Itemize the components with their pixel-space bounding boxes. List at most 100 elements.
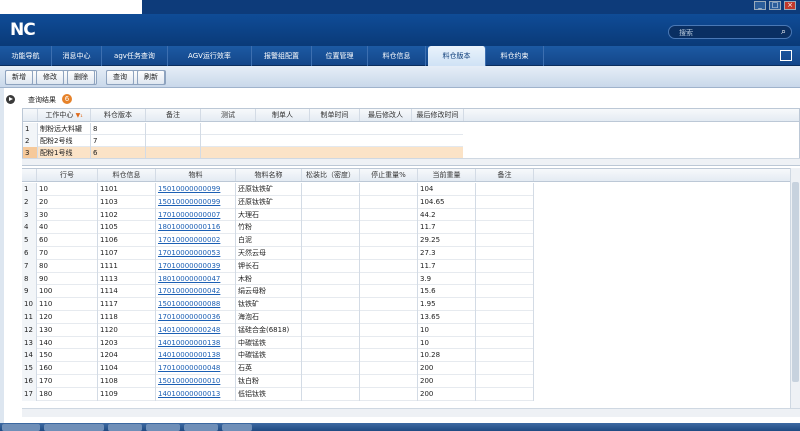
menu-item-agv-efficiency[interactable]: AGV运行效率 — [168, 46, 252, 66]
material-name-cell[interactable]: 绢云母粉 — [236, 285, 302, 299]
remark-cell[interactable] — [476, 247, 534, 260]
col-header-material[interactable]: 物料 — [156, 169, 236, 181]
delete-button[interactable]: 删除 — [67, 70, 95, 85]
line-no-cell[interactable]: 100 — [37, 285, 98, 299]
menu-overflow-icon[interactable] — [780, 50, 792, 61]
bulk-density-cell[interactable] — [302, 311, 360, 324]
stop-weight-cell[interactable] — [360, 285, 418, 299]
material-name-cell[interactable]: 还原钛铁矿 — [236, 195, 302, 209]
table-row[interactable]: 8 90 1113 18010000000047 木粉 3.9 — [22, 272, 534, 286]
taskbar-item[interactable] — [2, 424, 40, 431]
menu-item-location-management[interactable]: 位置管理 — [312, 46, 368, 66]
table-row[interactable]: 5 60 1106 17010000000002 白泥 29.25 — [22, 234, 534, 247]
col-header-stop-weight[interactable]: 停止重量% — [360, 169, 418, 181]
line-no-cell[interactable]: 110 — [37, 298, 98, 311]
stop-weight-cell[interactable] — [360, 362, 418, 375]
bulk-density-cell[interactable] — [302, 387, 360, 401]
current-weight-cell[interactable]: 11.7 — [418, 221, 476, 235]
current-weight-cell[interactable]: 200 — [418, 362, 476, 375]
material-name-cell[interactable]: 钛白粉 — [236, 375, 302, 388]
col-header-bin-info[interactable]: 料仓信息 — [98, 169, 156, 181]
line-no-cell[interactable]: 70 — [37, 247, 98, 260]
line-no-cell[interactable]: 90 — [37, 272, 98, 286]
remark-cell[interactable] — [476, 195, 534, 209]
work-center-cell[interactable]: 制粉远大料罐 — [38, 123, 91, 135]
stop-weight-cell[interactable] — [360, 208, 418, 222]
material-code-link[interactable]: 17010000000048 — [156, 362, 236, 375]
work-center-cell[interactable]: 配粉2号线 — [38, 135, 91, 147]
material-name-cell[interactable]: 木粉 — [236, 272, 302, 286]
material-code-link[interactable]: 14010000000013 — [156, 387, 236, 401]
material-code-link[interactable]: 17010000000036 — [156, 311, 236, 324]
line-no-cell[interactable]: 80 — [37, 259, 98, 273]
bin-info-cell[interactable]: 1103 — [98, 195, 156, 209]
remark-cell[interactable] — [476, 221, 534, 235]
material-code-link[interactable]: 14010000000138 — [156, 349, 236, 363]
line-no-cell[interactable]: 170 — [37, 375, 98, 388]
bin-info-cell[interactable]: 1120 — [98, 323, 156, 337]
horizontal-scrollbar[interactable] — [22, 408, 800, 417]
menu-item-bin-constraint[interactable]: 料仓约束 — [486, 46, 544, 66]
bin-info-cell[interactable]: 1106 — [98, 234, 156, 247]
bin-info-cell[interactable]: 1204 — [98, 349, 156, 363]
remark-cell[interactable] — [476, 183, 534, 196]
taskbar-item[interactable] — [184, 424, 218, 431]
table-row[interactable]: 14 150 1204 14010000000138 中碳锰铁 10.28 — [22, 349, 534, 363]
vertical-scrollbar[interactable] — [790, 168, 800, 408]
taskbar-item[interactable] — [108, 424, 142, 431]
material-name-cell[interactable]: 还原钛铁矿 — [236, 183, 302, 196]
stop-weight-cell[interactable] — [360, 183, 418, 196]
line-no-cell[interactable]: 160 — [37, 362, 98, 375]
menu-item-bin-info[interactable]: 料仓信息 — [368, 46, 426, 66]
bulk-density-cell[interactable] — [302, 234, 360, 247]
current-weight-cell[interactable]: 104.65 — [418, 195, 476, 209]
current-weight-cell[interactable]: 11.7 — [418, 259, 476, 273]
stop-weight-cell[interactable] — [360, 349, 418, 363]
query-button[interactable]: 查询 — [106, 70, 134, 85]
sort-desc-icon[interactable]: ▼₁ — [76, 112, 83, 119]
remark-cell[interactable] — [476, 349, 534, 363]
col-header-line-no[interactable]: 行号 — [37, 169, 98, 181]
stop-weight-cell[interactable] — [360, 336, 418, 350]
remark-cell[interactable] — [476, 272, 534, 286]
material-code-link[interactable]: 18010000000116 — [156, 221, 236, 235]
bin-info-cell[interactable]: 1203 — [98, 336, 156, 350]
search-icon[interactable]: ⌕ — [781, 27, 786, 37]
line-no-cell[interactable]: 130 — [37, 323, 98, 337]
material-name-cell[interactable]: 中碳锰铁 — [236, 336, 302, 350]
col-header-remark[interactable]: 备注 — [146, 109, 201, 121]
bin-info-cell[interactable]: 1108 — [98, 375, 156, 388]
material-code-link[interactable]: 15010000000099 — [156, 183, 236, 196]
col-header-create-time[interactable]: 制单时间 — [310, 109, 360, 121]
refresh-button[interactable]: 刷新 — [137, 70, 165, 85]
bin-info-cell[interactable]: 1109 — [98, 387, 156, 401]
table-row[interactable]: 16 170 1108 15010000000010 钛白粉 200 — [22, 375, 534, 388]
material-name-cell[interactable]: 低铝钛铁 — [236, 387, 302, 401]
taskbar-item[interactable] — [222, 424, 252, 431]
material-name-cell[interactable]: 海泡石 — [236, 311, 302, 324]
bin-info-cell[interactable]: 1117 — [98, 298, 156, 311]
current-weight-cell[interactable]: 15.6 — [418, 285, 476, 299]
upper-horizontal-scrollbar[interactable] — [22, 158, 800, 165]
taskbar-item[interactable] — [146, 424, 180, 431]
remark-cell[interactable] — [476, 234, 534, 247]
current-weight-cell[interactable]: 10 — [418, 336, 476, 350]
stop-weight-cell[interactable] — [360, 272, 418, 286]
table-row[interactable]: 17 180 1109 14010000000013 低铝钛铁 200 — [22, 387, 534, 401]
col-header-last-modify-time[interactable]: 最后修改时间 — [412, 109, 464, 121]
taskbar-item[interactable] — [44, 424, 104, 431]
bulk-density-cell[interactable] — [302, 221, 360, 235]
bin-info-cell[interactable]: 1107 — [98, 247, 156, 260]
remark-cell[interactable] — [476, 298, 534, 311]
remark-cell[interactable] — [146, 123, 201, 135]
material-name-cell[interactable]: 钾长石 — [236, 259, 302, 273]
menu-item-alarm-group-config[interactable]: 报警组配置 — [252, 46, 312, 66]
bin-info-cell[interactable]: 1101 — [98, 183, 156, 196]
col-header-material-name[interactable]: 物料名称 — [236, 169, 302, 181]
stop-weight-cell[interactable] — [360, 221, 418, 235]
remark-cell[interactable] — [476, 387, 534, 401]
material-code-link[interactable]: 18010000000047 — [156, 272, 236, 286]
table-row[interactable]: 2 20 1103 15010000000099 还原钛铁矿 104.65 — [22, 195, 534, 209]
bulk-density-cell[interactable] — [302, 336, 360, 350]
current-weight-cell[interactable]: 200 — [418, 375, 476, 388]
